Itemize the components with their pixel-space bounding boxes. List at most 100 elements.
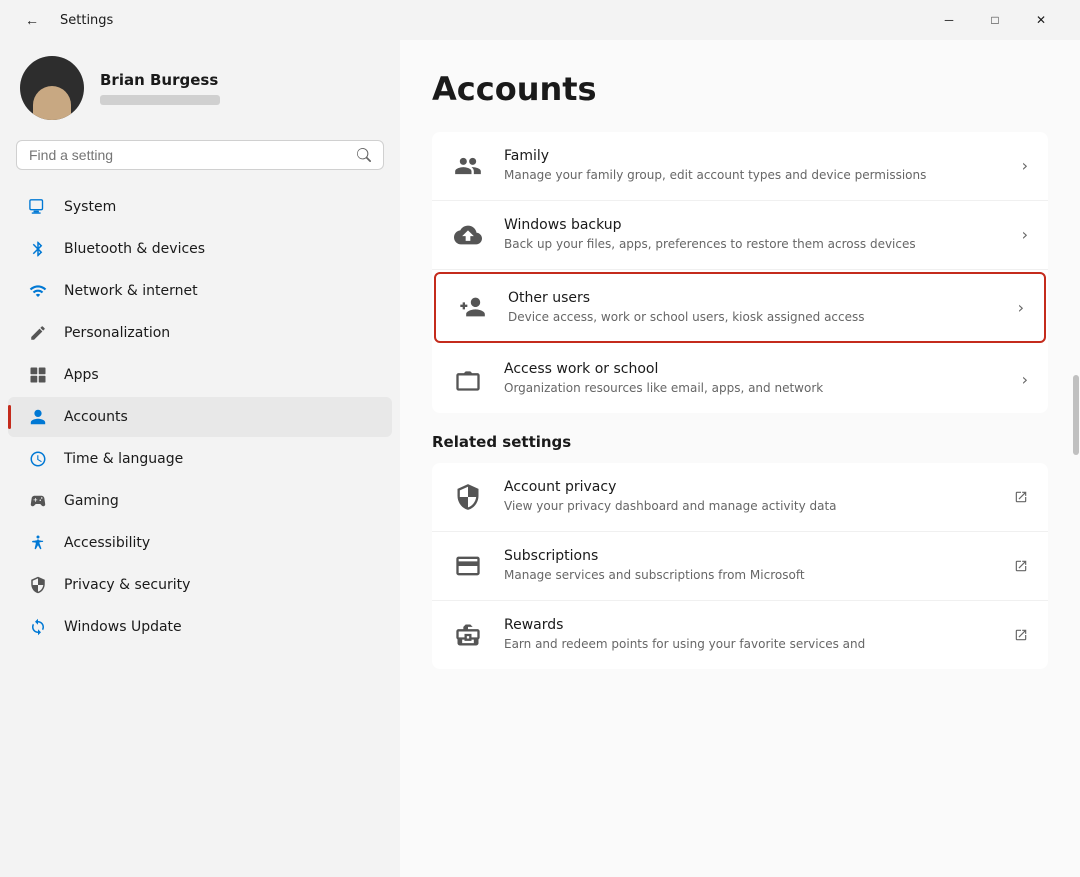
accounts-icon [28,407,48,427]
nav-apps[interactable]: Apps [8,355,392,395]
gaming-icon [28,491,48,511]
search-box[interactable] [16,140,384,170]
rewards-icon [452,619,484,651]
main-content: Accounts Family Manage your family group… [400,40,1080,877]
subscriptions-item[interactable]: Subscriptions Manage services and subscr… [432,532,1048,601]
sidebar: Brian Burgess System [0,40,400,877]
back-button[interactable]: ← [16,4,48,36]
backup-icon [452,219,484,251]
nav-label-bluetooth: Bluetooth & devices [64,241,205,257]
nav-label-personalization: Personalization [64,325,170,341]
nav-network[interactable]: Network & internet [8,271,392,311]
related-settings-title: Related settings [432,433,1048,451]
nav-label-accessibility: Accessibility [64,535,150,551]
page-title: Accounts [432,70,1048,108]
backup-title: Windows backup [504,217,1002,233]
accessibility-icon [28,533,48,553]
windows-backup-item[interactable]: Windows backup Back up your files, apps,… [432,201,1048,270]
nav-gaming[interactable]: Gaming [8,481,392,521]
nav-label-gaming: Gaming [64,493,119,509]
nav-privacy[interactable]: Privacy & security [8,565,392,605]
family-arrow: › [1022,156,1028,175]
other-users-item[interactable]: Other users Device access, work or schoo… [434,272,1046,344]
scrollbar-thumb[interactable] [1073,375,1079,455]
access-work-item[interactable]: Access work or school Organization resou… [432,345,1048,413]
access-work-desc: Organization resources like email, apps,… [504,380,1002,397]
nav-label-update: Windows Update [64,619,182,635]
nav-time[interactable]: Time & language [8,439,392,479]
app-title: Settings [60,13,113,28]
nav-update[interactable]: Windows Update [8,607,392,647]
rewards-item[interactable]: Rewards Earn and redeem points for using… [432,601,1048,669]
rewards-title: Rewards [504,617,994,633]
nav-accessibility[interactable]: Accessibility [8,523,392,563]
user-name: Brian Burgess [100,71,220,89]
backup-arrow: › [1022,225,1028,244]
search-icon [357,148,371,162]
subscriptions-desc: Manage services and subscriptions from M… [504,567,994,584]
nav-accounts[interactable]: Accounts [8,397,392,437]
access-work-title: Access work or school [504,361,1002,377]
user-info: Brian Burgess [100,71,220,105]
minimize-button[interactable]: ─ [926,4,972,36]
rewards-desc: Earn and redeem points for using your fa… [504,636,994,653]
subscriptions-text: Subscriptions Manage services and subscr… [504,548,994,584]
system-icon [28,197,48,217]
user-email-masked [100,95,220,105]
rewards-text: Rewards Earn and redeem points for using… [504,617,994,653]
other-users-desc: Device access, work or school users, kio… [508,309,998,326]
access-work-arrow: › [1022,370,1028,389]
nav-bluetooth[interactable]: Bluetooth & devices [8,229,392,269]
subscriptions-title: Subscriptions [504,548,994,564]
account-privacy-desc: View your privacy dashboard and manage a… [504,498,994,515]
family-icon [452,150,484,182]
nav-label-accounts: Accounts [64,409,128,425]
backup-desc: Back up your files, apps, preferences to… [504,236,1002,253]
search-input[interactable] [29,147,349,163]
privacy-icon [28,575,48,595]
other-users-title: Other users [508,290,998,306]
subscriptions-icon [452,550,484,582]
account-privacy-title: Account privacy [504,479,994,495]
bluetooth-icon [28,239,48,259]
nav-label-system: System [64,199,116,215]
nav-system[interactable]: System [8,187,392,227]
work-icon [452,363,484,395]
account-privacy-item[interactable]: Account privacy View your privacy dashbo… [432,463,1048,532]
user-section: Brian Burgess [0,40,400,140]
personalization-icon [28,323,48,343]
rewards-external-icon [1014,628,1028,642]
nav-personalization[interactable]: Personalization [8,313,392,353]
app-body: Brian Burgess System [0,40,1080,877]
avatar-face [33,86,71,120]
nav-label-privacy: Privacy & security [64,577,190,593]
account-privacy-icon [452,481,484,513]
family-desc: Manage your family group, edit account t… [504,167,1002,184]
apps-icon [28,365,48,385]
family-item[interactable]: Family Manage your family group, edit ac… [432,132,1048,201]
family-title: Family [504,148,1002,164]
other-users-text: Other users Device access, work or schoo… [508,290,998,326]
nav-label-apps: Apps [64,367,99,383]
access-work-text: Access work or school Organization resou… [504,361,1002,397]
subscriptions-external-icon [1014,559,1028,573]
network-icon [28,281,48,301]
account-privacy-external-icon [1014,490,1028,504]
update-icon [28,617,48,637]
time-icon [28,449,48,469]
backup-text: Windows backup Back up your files, apps,… [504,217,1002,253]
nav-label-time: Time & language [64,451,183,467]
scrollbar-track[interactable] [1072,40,1080,877]
accounts-settings-card: Family Manage your family group, edit ac… [432,132,1048,413]
account-privacy-text: Account privacy View your privacy dashbo… [504,479,994,515]
title-bar-left: ← Settings [16,4,113,36]
close-button[interactable]: ✕ [1018,4,1064,36]
family-text: Family Manage your family group, edit ac… [504,148,1002,184]
other-users-icon [456,291,488,323]
related-settings-card: Account privacy View your privacy dashbo… [432,463,1048,668]
title-bar: ← Settings ─ □ ✕ [0,0,1080,40]
nav-label-network: Network & internet [64,283,198,299]
avatar [20,56,84,120]
other-users-arrow: › [1018,298,1024,317]
maximize-button[interactable]: □ [972,4,1018,36]
